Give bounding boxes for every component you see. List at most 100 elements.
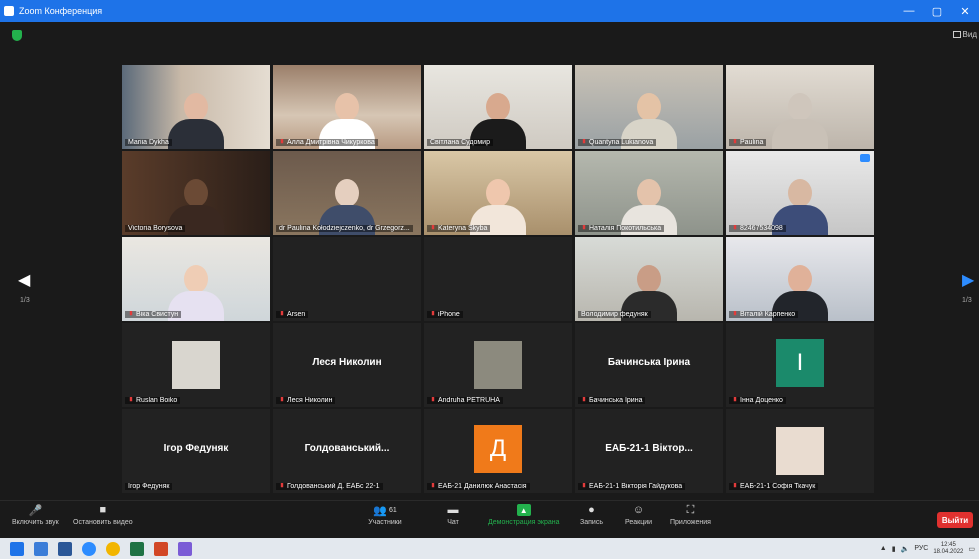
participant-name: Arsen: [287, 311, 306, 318]
participant-tile[interactable]: I Інна Доценко: [726, 323, 874, 407]
participants-label: Участники: [368, 519, 402, 526]
participant-name: Інна Доценко: [740, 397, 783, 404]
page-indicator-left: 1/3: [20, 297, 30, 304]
participant-tile[interactable]: Ігор Федуняк Ігор Федуняк: [122, 409, 270, 493]
apps-icon: ⛶: [686, 503, 695, 516]
unmute-button[interactable]: 🎤 Включить звук: [12, 504, 59, 527]
participant-name-tag: dr Paulina Kołodziejczenko, dr Grzegorz.…: [276, 225, 413, 232]
participant-tile[interactable]: Mariia Dykha: [122, 65, 270, 149]
excel-icon[interactable]: [130, 541, 144, 556]
record-button[interactable]: ● Запись: [580, 504, 603, 526]
window-title: Zoom Конференция: [19, 6, 103, 16]
chrome-icon[interactable]: [106, 541, 120, 556]
video-feed: [122, 65, 270, 149]
maximize-icon[interactable]: ▢: [923, 0, 951, 22]
participants-button[interactable]: 👥 61 Участники: [368, 504, 402, 527]
participant-name-tag: Віка Свистун: [125, 311, 182, 318]
app-icon[interactable]: [178, 541, 192, 556]
powerpoint-icon[interactable]: [154, 541, 168, 556]
participant-name: Бачинська Ірина: [589, 397, 643, 404]
participant-tile[interactable]: Бачинська Ірина Бачинська Ірина: [575, 323, 723, 407]
participant-name: iPhone: [438, 311, 460, 318]
more-options-icon[interactable]: [860, 154, 870, 162]
participant-name-tag: Quantyna Lukianova: [578, 139, 657, 146]
participant-tile[interactable]: Голдованський... Голдованський Д. ЕАБс 22…: [273, 409, 421, 493]
head-shape: [335, 93, 359, 121]
reactions-label: Реакции: [625, 519, 653, 526]
clock[interactable]: 12:45 18.04.2022: [933, 542, 963, 556]
mic-muted-icon: [582, 225, 586, 230]
apps-button[interactable]: ⛶ Приложения: [670, 503, 711, 527]
participant-name-tag: Віталій Карпенко: [729, 311, 799, 318]
title-bar: Zoom Конференция — ▢ ✕: [0, 0, 979, 22]
participant-name-tag: Ruslan Boiko: [125, 397, 181, 404]
participant-name-tag: Володимир федуняк: [578, 311, 651, 318]
share-screen-button[interactable]: ▲ Демонстрация экрана: [488, 504, 560, 526]
participant-tile[interactable]: Світлана Судомир: [424, 65, 572, 149]
participant-tile[interactable]: ЕАБ-21-1 Софія Ткачук: [726, 409, 874, 493]
participant-name: Kateryna Skyba: [438, 225, 488, 232]
participant-name-tag: Paulina: [729, 139, 767, 146]
participant-name: Mariia Dykha: [128, 139, 169, 146]
participant-tile[interactable]: Володимир федуняк: [575, 237, 723, 321]
participant-tile[interactable]: Віка Свистун: [122, 237, 270, 321]
next-page-arrow-icon[interactable]: ▶: [962, 270, 974, 290]
participant-name: Andruha PETRUHA: [438, 397, 500, 404]
participant-tile[interactable]: Віталій Карпенко: [726, 237, 874, 321]
participant-name-tag: Леся Николин: [276, 397, 336, 404]
zoom-taskbar-icon[interactable]: [82, 541, 96, 556]
mic-muted-icon: [582, 139, 586, 144]
participant-tile[interactable]: Victoria Borysova: [122, 151, 270, 235]
system-tray: ▲ ▮ 🔈 РУС 12:45 18.04.2022 ▭: [880, 538, 975, 559]
word-icon[interactable]: [58, 541, 72, 556]
participant-tile[interactable]: Д ЕАБ-21 Данилюк Анастасія: [424, 409, 572, 493]
participant-display-name: Бачинська Ірина: [607, 357, 691, 368]
chat-button[interactable]: ▬ Чат: [446, 504, 460, 526]
participant-tile[interactable]: Леся Николин Леся Николин: [273, 323, 421, 407]
tray-arrow-icon[interactable]: ▲: [880, 545, 887, 552]
stop-video-button[interactable]: ■ Остановить видео: [73, 504, 133, 526]
participant-tile[interactable]: Arsen: [273, 237, 421, 321]
head-shape: [486, 93, 510, 121]
participant-name: ЕАБ-21 Данилюк Анастасія: [438, 483, 527, 490]
file-explorer-icon[interactable]: [34, 541, 48, 556]
participant-tile[interactable]: iPhone: [424, 237, 572, 321]
participant-tile[interactable]: ЕАБ-21-1 Віктор... ЕАБ-21-1 Вікторія Гайд…: [575, 409, 723, 493]
video-feed: [726, 65, 874, 149]
participant-tile[interactable]: Наталія Покотильська: [575, 151, 723, 235]
windows-start-icon[interactable]: [10, 541, 24, 556]
participant-tile[interactable]: Kateryna Skyba: [424, 151, 572, 235]
prev-page-arrow-icon[interactable]: ◀: [18, 270, 30, 290]
video-feed: [726, 151, 874, 235]
participant-name-tag: ЕАБ-21-1 Софія Ткачук: [729, 483, 819, 490]
participant-name: ЕАБ-21-1 Софія Ткачук: [740, 483, 816, 490]
video-feed: [273, 65, 421, 149]
head-shape: [637, 265, 661, 293]
network-icon[interactable]: ▮: [892, 545, 896, 553]
meeting-area: Вид ◀ 1/3 ▶ 1/3 Mariia Dykha Алла Дмитрів…: [0, 22, 979, 500]
close-icon[interactable]: ✕: [951, 0, 979, 22]
participant-tile[interactable]: Ruslan Boiko: [122, 323, 270, 407]
participant-display-name: Голдованський...: [304, 443, 390, 454]
view-button[interactable]: Вид: [952, 30, 977, 39]
leave-button[interactable]: Выйти: [937, 512, 973, 528]
minimize-icon[interactable]: —: [895, 0, 923, 22]
participant-figure: [168, 93, 224, 149]
body-shape: [168, 119, 224, 149]
participant-name: Алла Дмитрівна Чикуркова: [287, 139, 375, 146]
participant-tile[interactable]: Алла Дмитрівна Чикуркова: [273, 65, 421, 149]
notifications-icon[interactable]: ▭: [968, 545, 975, 553]
volume-icon[interactable]: 🔈: [901, 545, 910, 553]
participant-tile[interactable]: dr Paulina Kołodziejczenko, dr Grzegorz.…: [273, 151, 421, 235]
participant-tile[interactable]: Quantyna Lukianova: [575, 65, 723, 149]
encryption-shield-icon[interactable]: [12, 30, 22, 41]
participant-name-tag: Інна Доценко: [729, 397, 786, 404]
participant-name-tag: Ігор Федуняк: [125, 483, 173, 490]
participant-tile[interactable]: Andruha PETRUHA: [424, 323, 572, 407]
reactions-button[interactable]: ☺ Реакции: [625, 504, 652, 526]
mic-muted-icon: [582, 397, 586, 402]
participant-tile[interactable]: Paulina: [726, 65, 874, 149]
head-shape: [637, 93, 661, 121]
language-indicator[interactable]: РУС: [914, 545, 928, 552]
participant-tile[interactable]: 82467534098: [726, 151, 874, 235]
